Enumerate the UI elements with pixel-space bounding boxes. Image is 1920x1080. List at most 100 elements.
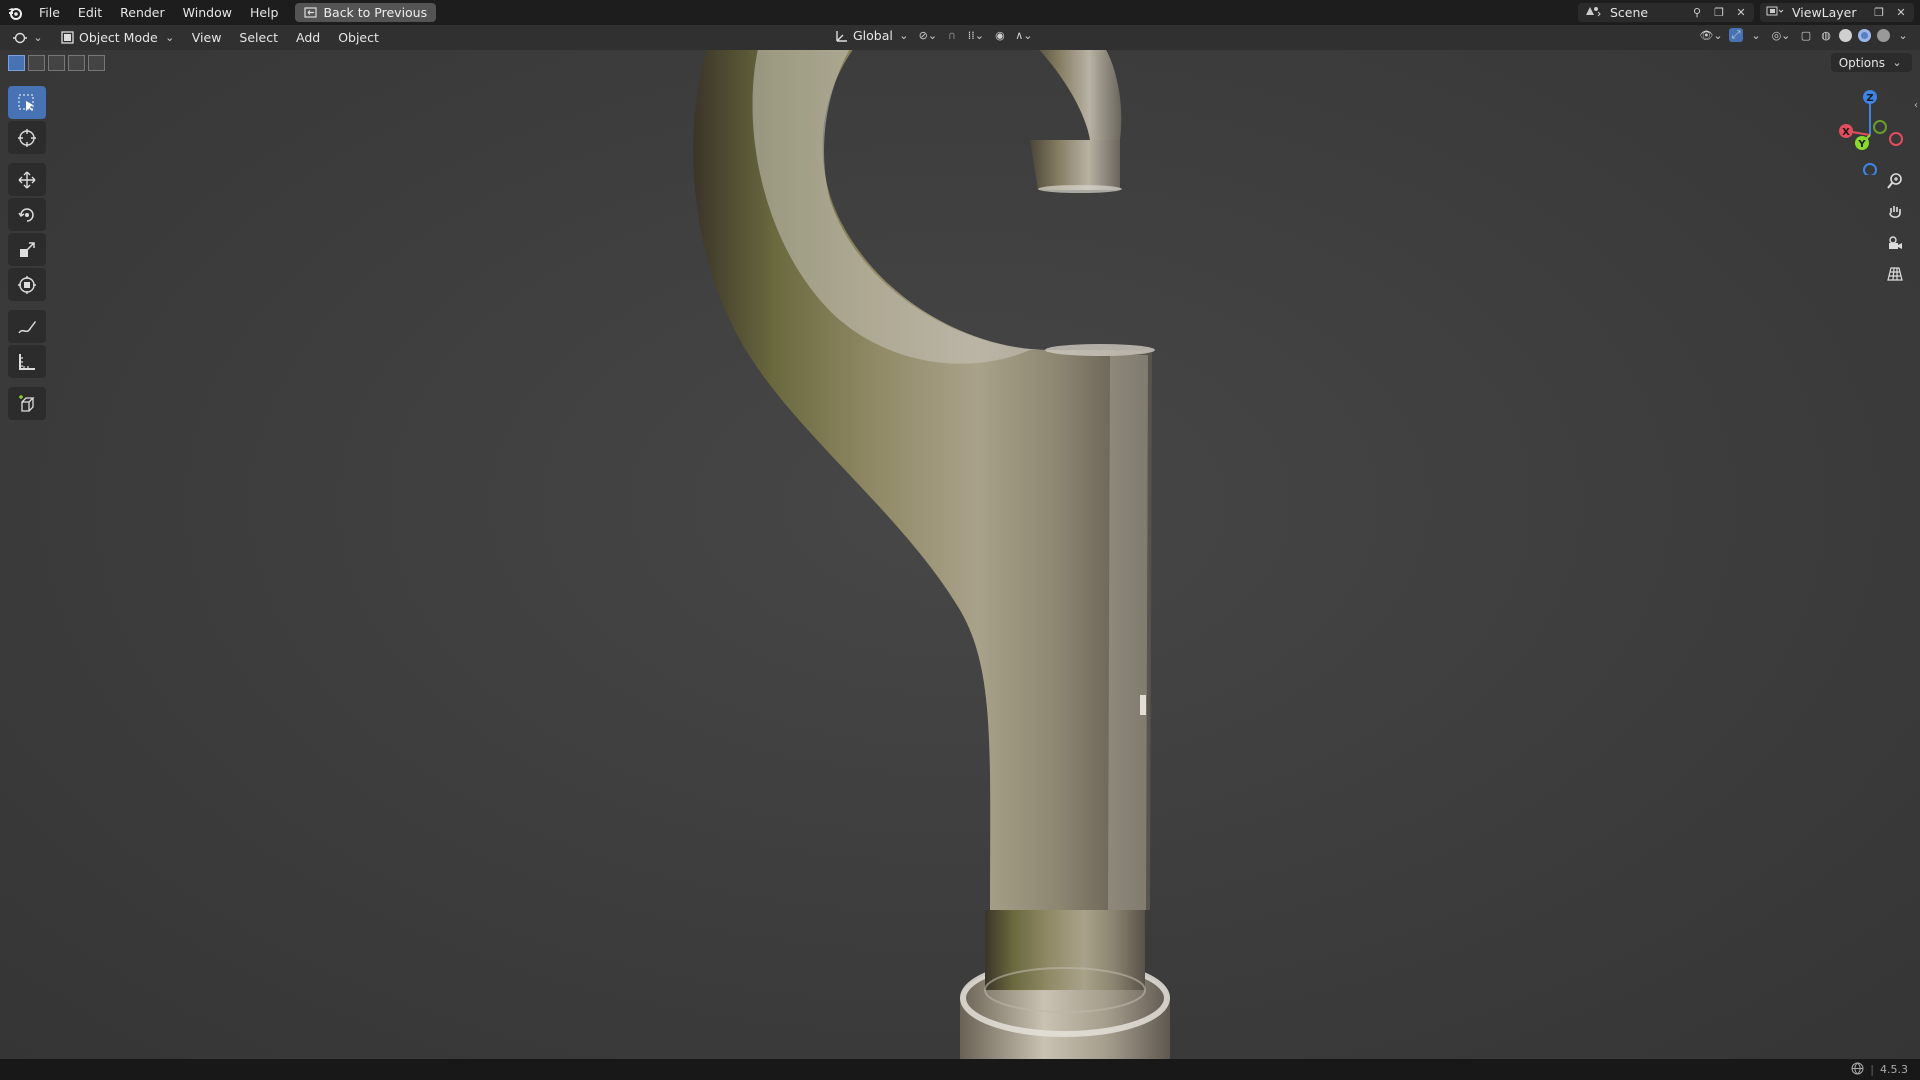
chevron-down-icon: ⌄ — [1892, 56, 1902, 69]
cursor-icon — [18, 128, 36, 147]
menu-file[interactable]: File — [30, 0, 69, 25]
select-extend-mode[interactable] — [28, 55, 45, 71]
gizmo-x-label: X — [1842, 127, 1850, 138]
back-icon — [304, 7, 318, 18]
menu-view[interactable]: View — [183, 30, 231, 45]
cursor-tool[interactable] — [8, 121, 46, 154]
sidebar-toggle-icon[interactable]: ‹ — [1914, 100, 1918, 111]
gizmo-z-label: Z — [1866, 93, 1873, 104]
gizmo-neg-y[interactable] — [1873, 120, 1887, 134]
scene-selector[interactable]: Scene ⚲ ❐ ✕ — [1578, 3, 1754, 22]
annotate-tool[interactable] — [8, 310, 46, 343]
camera-view-icon[interactable] — [1882, 230, 1908, 256]
measure-tool[interactable] — [8, 345, 46, 378]
xray-icon[interactable]: ▢ — [1799, 28, 1813, 42]
menu-edit[interactable]: Edit — [69, 0, 111, 25]
editor-type-selector[interactable]: ⌄ — [12, 31, 45, 45]
status-bar: | 4.5.3 — [0, 1059, 1920, 1080]
rendered-shading-icon[interactable] — [1877, 28, 1890, 42]
wireframe-shading-icon[interactable]: ◍ — [1819, 28, 1833, 42]
rotate-icon — [18, 207, 34, 222]
proportional-edit-icon[interactable]: ◉ — [993, 29, 1007, 43]
zoom-icon[interactable] — [1882, 168, 1908, 194]
3d-viewport[interactable]: Options ⌄ ‹ Z X Y — [0, 50, 1920, 1059]
chevron-down-icon[interactable]: ⌄ — [1749, 28, 1763, 42]
mode-label: Object Mode — [79, 30, 158, 45]
chevron-down-icon: ⌄ — [165, 31, 175, 44]
3d-viewport-icon — [13, 32, 27, 43]
blender-version: 4.5.3 — [1880, 1063, 1908, 1076]
new-scene-icon[interactable]: ❐ — [1712, 6, 1726, 20]
scene-name[interactable]: Scene — [1610, 5, 1682, 20]
gizmo-neg-z[interactable] — [1863, 163, 1877, 175]
scale-tool[interactable] — [8, 233, 46, 266]
menu-window[interactable]: Window — [174, 0, 241, 25]
perspective-grid-icon[interactable] — [1882, 261, 1908, 287]
proportional-falloff-icon[interactable]: ∧⌄ — [1013, 29, 1035, 43]
options-dropdown[interactable]: Options ⌄ — [1830, 53, 1912, 72]
gizmo-toggle-icon[interactable]: ⤢ — [1729, 28, 1743, 42]
transform-tools: Global ⌄ ⊘⌄ ∩ ⁞⁞⌄ ◉ ∧⌄ — [835, 28, 1035, 43]
options-label: Options — [1838, 55, 1885, 70]
move-icon — [18, 171, 36, 188]
object-mode-icon — [61, 31, 74, 44]
transform-orientation-selector[interactable]: Global ⌄ — [835, 28, 911, 43]
hook-model[interactable] — [0, 50, 1920, 1059]
viewport-display-tools: 👁⌄ ⤢ ⌄ ◎⌄ ▢ ◍ ⌄ — [1699, 28, 1910, 42]
select-intersect-mode[interactable] — [88, 55, 105, 71]
view-layer-icon — [1766, 5, 1784, 20]
transform-orientation-label: Global — [853, 28, 893, 43]
remove-scene-icon[interactable]: ✕ — [1734, 6, 1748, 20]
menu-render[interactable]: Render — [111, 0, 174, 25]
pan-hand-icon[interactable] — [1882, 199, 1908, 225]
scene-icon — [1584, 5, 1602, 20]
select-invert-mode[interactable] — [68, 55, 85, 71]
top-right-selectors: Scene ⚲ ❐ ✕ ViewLayer ❐ ✕ — [1578, 0, 1920, 25]
chevron-down-icon: ⌄ — [33, 31, 43, 44]
view-layer-selector[interactable]: ViewLayer ❐ ✕ — [1760, 3, 1914, 22]
chevron-down-icon: ⌄ — [899, 29, 909, 42]
blender-logo-icon[interactable] — [0, 6, 30, 20]
annotate-icon — [18, 320, 36, 333]
overlays-icon[interactable]: ◎⌄ — [1769, 28, 1793, 42]
measure-icon — [19, 353, 35, 370]
visibility-icon[interactable]: 👁⌄ — [1699, 28, 1723, 42]
solid-shading-icon[interactable] — [1839, 28, 1852, 42]
menu-help[interactable]: Help — [241, 0, 288, 25]
menu-select[interactable]: Select — [230, 30, 287, 45]
menu-object[interactable]: Object — [329, 30, 388, 45]
add-cube-tool[interactable] — [8, 387, 46, 420]
select-box-icon — [18, 94, 34, 111]
snap-target-icon[interactable]: ⁞⁞⌄ — [965, 29, 987, 43]
globe-icon — [1851, 1062, 1864, 1078]
pin-icon[interactable]: ⚲ — [1690, 6, 1704, 20]
mode-selector[interactable]: Object Mode ⌄ — [55, 28, 183, 47]
move-tool[interactable] — [8, 163, 46, 196]
tool-shelf — [8, 86, 46, 420]
menu-add[interactable]: Add — [287, 30, 329, 45]
pivot-point-icon[interactable]: ⊘⌄ — [917, 29, 939, 43]
chevron-down-icon[interactable]: ⌄ — [1896, 28, 1910, 42]
scale-icon — [20, 241, 35, 257]
gizmo-neg-x[interactable] — [1889, 132, 1903, 146]
remove-view-layer-icon[interactable]: ✕ — [1894, 6, 1908, 20]
select-box-tool[interactable] — [8, 86, 46, 119]
back-to-previous-button[interactable]: Back to Previous — [295, 3, 437, 22]
gizmo-y-label: Y — [1857, 139, 1866, 150]
navigation-gizmo[interactable]: Z X Y — [1830, 85, 1910, 175]
snap-toggle-icon[interactable]: ∩ — [945, 29, 959, 43]
navigation-buttons — [1882, 168, 1908, 287]
select-subtract-mode[interactable] — [48, 55, 65, 71]
view-layer-name[interactable]: ViewLayer — [1792, 5, 1864, 20]
transform-tool[interactable] — [8, 268, 46, 301]
material-shading-icon[interactable] — [1858, 28, 1871, 42]
selection-mode-buttons — [8, 55, 105, 71]
back-to-previous-label: Back to Previous — [323, 5, 428, 20]
transform-icon — [18, 275, 36, 294]
top-menu-bar: File Edit Render Window Help Back to Pre… — [0, 0, 1920, 25]
add-cube-icon — [19, 394, 35, 412]
new-view-layer-icon[interactable]: ❐ — [1872, 6, 1886, 20]
select-new-mode[interactable] — [8, 55, 25, 71]
version-info: | 4.5.3 — [1851, 1062, 1908, 1078]
rotate-tool[interactable] — [8, 198, 46, 231]
